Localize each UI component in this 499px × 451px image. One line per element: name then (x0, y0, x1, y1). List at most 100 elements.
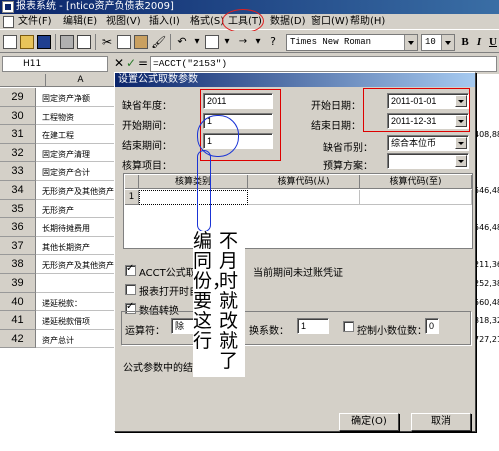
menu-view[interactable]: 视图(V) (106, 14, 141, 30)
select-all-corner[interactable] (0, 74, 46, 87)
cell-text[interactable]: 长期待摊费用 (42, 223, 90, 234)
cell-reference-box[interactable]: H11 (2, 56, 108, 72)
new-file-icon[interactable] (3, 35, 17, 49)
operator-select[interactable]: 除 (171, 318, 195, 334)
cell-value[interactable]: 546,48 (474, 223, 499, 232)
row-header[interactable]: 42 (0, 329, 36, 349)
grid-header-code-from[interactable]: 核算代码(从) (248, 175, 360, 189)
cell-text[interactable]: 无形资产及其他资产 (42, 260, 114, 271)
cancel-icon[interactable]: ✕ (114, 56, 124, 70)
help-icon[interactable]: ? (266, 35, 280, 49)
cell-text[interactable]: 固定资产净额 (42, 93, 90, 104)
cell-value[interactable]: 727,21 (474, 335, 499, 344)
arrow-icon[interactable]: → (236, 35, 250, 49)
cancel-button[interactable]: 取消 (411, 413, 471, 431)
grid-cell-category[interactable] (139, 190, 248, 205)
grid-cell-code-from[interactable] (248, 190, 360, 205)
row-header[interactable]: 31 (0, 125, 36, 144)
print-icon[interactable] (60, 35, 74, 49)
equals-icon[interactable]: = (138, 56, 148, 70)
cell-text[interactable]: 无形资产 (42, 205, 74, 216)
font-size-select[interactable]: 10 (421, 34, 455, 51)
cell-text[interactable]: 无形资产及其他资产： (42, 186, 122, 197)
borders-icon[interactable] (205, 35, 219, 49)
formula-bar: H11 ✕ ✓ = =ACCT("2153") (0, 54, 499, 74)
underline-button[interactable]: U (486, 35, 499, 49)
dialog-title: 设置公式取数参数 (115, 73, 475, 87)
undo-icon[interactable]: ↶ (175, 35, 189, 49)
bold-button[interactable]: B (458, 35, 472, 49)
grid-header-category[interactable]: 核算类别 (139, 175, 248, 189)
grid-header-code-to[interactable]: 核算代码(至) (360, 175, 472, 189)
ok-button[interactable]: 确定(O) (339, 413, 399, 431)
decimal-input[interactable]: 0 (425, 318, 439, 334)
cell-text[interactable]: 递延税款： (42, 298, 82, 309)
cell-text[interactable]: 资产总计 (42, 335, 74, 346)
cell-value[interactable]: 560,48 (474, 298, 499, 307)
italic-button[interactable]: I (472, 35, 486, 49)
chevron-down-icon[interactable]: ▾ (190, 35, 204, 49)
chevron-down-icon[interactable] (441, 35, 454, 50)
menu-file[interactable]: 文件(F) (18, 14, 52, 30)
cell-value[interactable]: 546,48 (474, 186, 499, 195)
grid-line (36, 142, 116, 144)
paste-icon[interactable] (134, 35, 148, 49)
formula-input[interactable]: =ACCT("2153") (150, 56, 497, 72)
row-header[interactable]: 34 (0, 181, 36, 200)
menu-format[interactable]: 格式(S) (190, 14, 224, 30)
row-header[interactable]: 39 (0, 274, 36, 293)
cell-text[interactable]: 在建工程 (42, 130, 74, 141)
auto-open-checkbox[interactable] (125, 284, 136, 295)
chevron-down-icon[interactable] (455, 137, 467, 149)
row-header[interactable]: 30 (0, 106, 36, 126)
window-title: 报表系统 - [ntico资产负债表2009] (16, 1, 174, 12)
grid-line (36, 180, 116, 181)
menu-insert[interactable]: 插入(I) (149, 14, 180, 30)
menu-edit[interactable]: 编辑(E) (63, 14, 97, 30)
cell-text[interactable]: 固定资产合计 (42, 167, 90, 178)
decimal-checkbox[interactable] (343, 321, 354, 332)
cell-text[interactable]: 固定资产清理 (42, 149, 90, 160)
acct-checkbox[interactable] (125, 263, 136, 276)
menu-help[interactable]: 帮助(H) (350, 14, 385, 30)
save-icon[interactable] (37, 35, 51, 49)
cut-icon[interactable]: ✂ (100, 35, 114, 49)
row-header[interactable]: 36 (0, 218, 36, 237)
grid-line (36, 217, 116, 219)
row-header[interactable]: 38 (0, 255, 36, 274)
cell-text[interactable]: 递延税款借项 (42, 316, 90, 327)
row-header[interactable]: 35 (0, 199, 36, 219)
format-painter-icon[interactable]: 🖌 (151, 35, 166, 49)
cell-text[interactable]: 工程物资 (42, 112, 74, 123)
currency-select[interactable]: 综合本位币 (387, 135, 469, 151)
accounting-items-grid[interactable]: 核算类别 核算代码(从) 核算代码(至) 1 (123, 173, 473, 249)
open-folder-icon[interactable] (20, 35, 34, 49)
confirm-icon[interactable]: ✓ (126, 56, 136, 70)
row-header[interactable]: 33 (0, 162, 36, 181)
copy-icon[interactable] (117, 35, 131, 49)
cell-text[interactable]: 其他长期资产 (42, 242, 90, 253)
chevron-down-icon[interactable]: ▾ (251, 35, 265, 49)
cell-value[interactable]: 318,32 (474, 316, 499, 325)
menu-data[interactable]: 数据(D) (270, 14, 306, 30)
row-header[interactable]: 29 (0, 88, 36, 107)
row-header[interactable]: 37 (0, 236, 36, 256)
blue-arrow-annotation (197, 150, 211, 232)
row-header[interactable]: 41 (0, 311, 36, 330)
cell-value[interactable]: 252,38 (474, 279, 499, 288)
column-header-a[interactable]: A (46, 74, 116, 87)
cell-value[interactable]: 211,36 (474, 260, 499, 269)
cell-value[interactable]: 408,88 (474, 130, 499, 139)
font-name-select[interactable]: Times New Roman (286, 34, 418, 51)
chevron-down-icon[interactable]: ▾ (220, 35, 234, 49)
row-header[interactable]: 32 (0, 143, 36, 163)
menu-window[interactable]: 窗口(W) (311, 14, 349, 30)
chevron-down-icon[interactable] (455, 155, 467, 167)
row-header[interactable]: 40 (0, 292, 36, 312)
acct-checkbox-tail: 当前期间未过账凭证 (253, 268, 343, 279)
chevron-down-icon[interactable] (404, 35, 417, 50)
print-preview-icon[interactable] (77, 35, 91, 49)
budget-select[interactable] (387, 153, 469, 169)
grid-cell-code-to[interactable] (360, 190, 472, 205)
coef-input[interactable]: 1 (297, 318, 329, 334)
